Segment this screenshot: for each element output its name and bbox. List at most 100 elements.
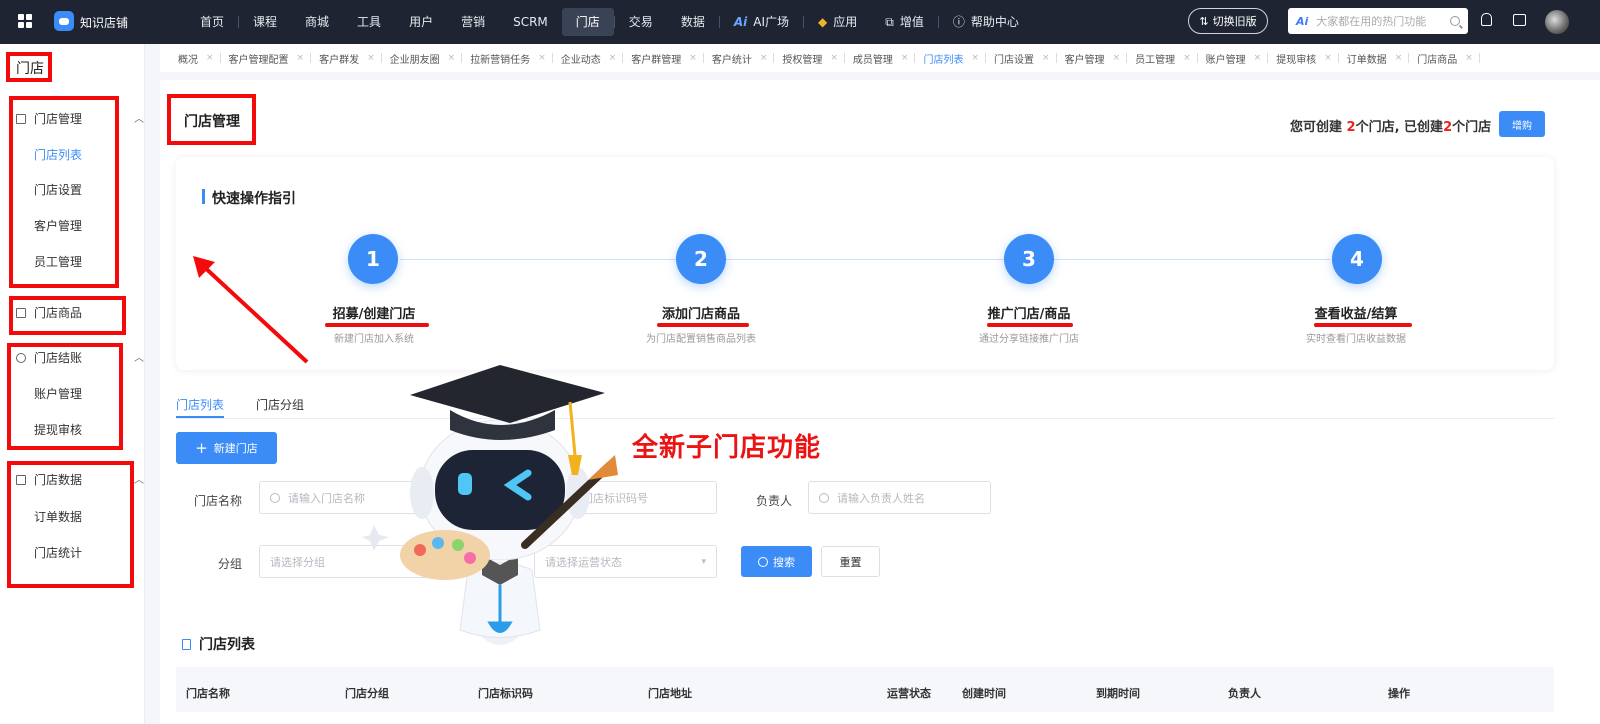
open-tab-label: 企业朋友圈 <box>389 54 440 66</box>
open-tab[interactable]: 拉新营销任务 × <box>466 51 557 66</box>
nav-tools[interactable]: 工具 <box>343 8 395 36</box>
chevron-up-icon[interactable]: ︿ <box>134 471 144 486</box>
open-tab[interactable]: 订单数据 × <box>1343 51 1414 66</box>
global-search-input[interactable]: Ai 大家都在用的热门功能 <box>1288 8 1468 34</box>
nav-scrm[interactable]: SCRM <box>499 8 562 36</box>
open-tab[interactable]: 概况 × <box>174 51 225 66</box>
sidebar-item-account-management[interactable]: 账户管理 <box>34 385 82 402</box>
open-tab[interactable]: 员工管理 × <box>1131 51 1202 66</box>
open-tab[interactable]: 门店商品 × <box>1413 51 1484 66</box>
close-icon[interactable]: × <box>901 53 909 63</box>
nav-ai-plaza[interactable]: Ai AI广场 <box>720 8 803 36</box>
new-store-button[interactable]: + 新建门店 <box>176 432 277 464</box>
column-header[interactable]: 创建时间 <box>962 685 1006 701</box>
column-header[interactable]: 门店名称 <box>186 685 230 701</box>
sidebar-item-store-list[interactable]: 门店列表 <box>34 146 82 163</box>
close-icon[interactable]: × <box>689 53 697 63</box>
search-button[interactable]: 搜索 <box>741 546 812 577</box>
bell-icon[interactable] <box>1481 13 1492 26</box>
nav-help[interactable]: ⓘ 帮助中心 <box>939 8 1033 36</box>
close-icon[interactable]: × <box>1324 53 1332 63</box>
sidebar-item-store-stats[interactable]: 门店统计 <box>34 544 82 561</box>
nav-value-added[interactable]: ⧉ 增值 <box>871 8 938 36</box>
open-tab[interactable]: 成员管理 × <box>849 51 920 66</box>
nav-marketing[interactable]: 营销 <box>447 8 499 36</box>
nav-home[interactable]: 首页 <box>186 8 238 36</box>
message-icon[interactable] <box>1513 14 1526 26</box>
nav-courses[interactable]: 课程 <box>239 8 291 36</box>
tab-store-groups[interactable]: 门店分组 <box>256 396 304 413</box>
switch-old-version-button[interactable]: ⇅ 切换旧版 <box>1188 8 1268 34</box>
nav-stores[interactable]: 门店 <box>561 8 614 36</box>
sidebar-item-order-data[interactable]: 订单数据 <box>34 508 82 525</box>
open-tab-label: 成员管理 <box>852 54 893 66</box>
close-icon[interactable]: × <box>1183 53 1191 63</box>
close-icon[interactable]: × <box>1113 53 1121 63</box>
column-header[interactable]: 门店地址 <box>648 685 692 701</box>
brand-logo-icon <box>54 11 74 31</box>
nav-apps[interactable]: ◆ 应用 <box>804 8 871 36</box>
brand-name: 知识店铺 <box>80 16 129 30</box>
sidebar-item-customer-management[interactable]: 客户管理 <box>34 217 82 234</box>
open-tab[interactable]: 提现审核 × <box>1272 51 1343 66</box>
owner-input[interactable]: 请输入负责人姓名 <box>808 481 991 514</box>
sidebar-item-staff-management[interactable]: 员工管理 <box>34 253 82 270</box>
chevron-up-icon[interactable]: ︿ <box>134 110 144 125</box>
search-icon[interactable] <box>1450 16 1460 26</box>
sidebar-item-withdraw-review[interactable]: 提现审核 <box>34 421 82 438</box>
tab-divider <box>1055 53 1057 63</box>
apps-grid-icon[interactable] <box>18 14 32 28</box>
nav-trade[interactable]: 交易 <box>615 8 667 36</box>
close-icon[interactable]: × <box>367 53 375 63</box>
sidebar-group-store-data[interactable]: 门店数据 <box>16 471 82 488</box>
tab-divider <box>1408 53 1410 63</box>
open-tab[interactable]: 客户管理 × <box>1061 51 1132 66</box>
open-tab[interactable]: 客户群管理 × <box>627 51 708 66</box>
sidebar-group-store-management[interactable]: 门店管理 <box>16 110 82 127</box>
database-icon <box>16 352 26 363</box>
column-header[interactable]: 到期时间 <box>1096 685 1140 701</box>
open-tab[interactable]: 客户管理配置 × <box>225 51 316 66</box>
close-icon[interactable]: × <box>1395 53 1403 63</box>
open-tab[interactable]: 账户管理 × <box>1202 51 1273 66</box>
open-tab[interactable]: 门店设置 × <box>990 51 1061 66</box>
buy-more-button[interactable]: 增购 <box>1499 111 1545 137</box>
close-icon[interactable]: × <box>206 53 214 63</box>
store-list-heading: 门店列表 <box>182 634 255 654</box>
close-icon[interactable]: × <box>609 53 617 63</box>
open-tab[interactable]: 门店列表 × <box>919 51 990 66</box>
nav-data[interactable]: 数据 <box>667 8 719 36</box>
quota-used: 2 <box>1443 120 1453 135</box>
tab-store-list[interactable]: 门店列表 <box>176 396 224 413</box>
column-header[interactable]: 门店标识码 <box>478 685 533 701</box>
open-tab[interactable]: 客户统计 × <box>708 51 779 66</box>
close-icon[interactable]: × <box>1465 53 1473 63</box>
open-tab[interactable]: 企业朋友圈 × <box>386 51 467 66</box>
step-3-title: 推广门店/商品 <box>987 307 1071 322</box>
open-tab[interactable]: 客户群发 × <box>315 51 386 66</box>
open-tab[interactable]: 企业动态 × <box>557 51 628 66</box>
tab-divider <box>1337 53 1339 63</box>
close-icon[interactable]: × <box>538 53 546 63</box>
close-icon[interactable]: × <box>760 53 768 63</box>
close-icon[interactable]: × <box>830 53 838 63</box>
column-header[interactable]: 门店分组 <box>345 685 389 701</box>
close-icon[interactable]: × <box>971 53 979 63</box>
reset-button[interactable]: 重置 <box>821 546 880 577</box>
open-tab[interactable]: 授权管理 × <box>778 51 849 66</box>
chevron-up-icon[interactable]: ︿ <box>134 349 144 364</box>
sidebar-group-store-goods[interactable]: 门店商品 <box>16 304 82 321</box>
column-header[interactable]: 运营状态 <box>887 685 931 701</box>
close-icon[interactable]: × <box>1254 53 1262 63</box>
nav-users[interactable]: 用户 <box>395 8 447 36</box>
sidebar-group-store-checkout[interactable]: 门店结账 <box>16 349 82 366</box>
open-tab-label: 概况 <box>178 54 198 66</box>
close-icon[interactable]: × <box>1042 53 1050 63</box>
close-icon[interactable]: × <box>448 53 456 63</box>
sidebar-item-store-settings[interactable]: 门店设置 <box>34 181 82 198</box>
nav-mall[interactable]: 商城 <box>291 8 343 36</box>
column-header[interactable]: 操作 <box>1388 685 1410 701</box>
column-header[interactable]: 负责人 <box>1228 685 1261 701</box>
close-icon[interactable]: × <box>297 53 305 63</box>
user-avatar[interactable] <box>1545 10 1569 34</box>
